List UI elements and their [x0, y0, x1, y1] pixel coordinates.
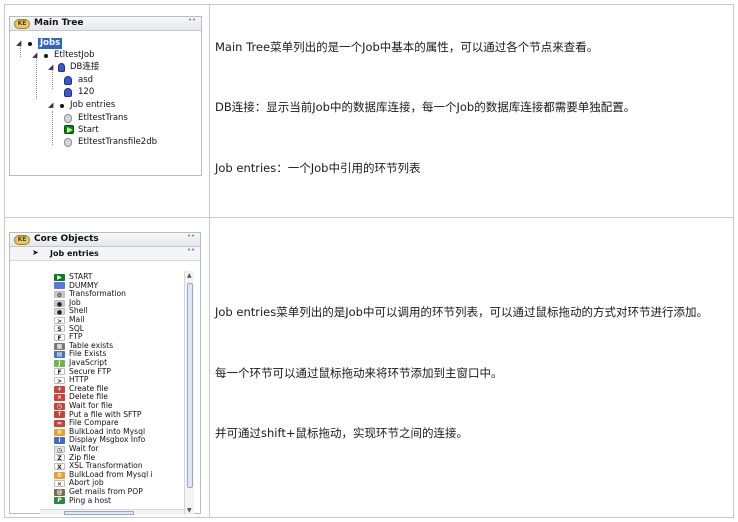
tree-node-label: 120: [78, 87, 95, 97]
tree-node-label: Jobs: [38, 38, 63, 49]
folder-bullet-icon: [60, 104, 64, 108]
description-text: 每一个环节可以通过鼠标拖动来将环节添加到主窗口中。: [215, 366, 503, 380]
collapse-toggle-icon[interactable]: ◢: [48, 62, 53, 72]
kettle-logo-icon: KE: [14, 235, 30, 245]
job-entry-icon: [54, 282, 65, 290]
database-icon: [64, 76, 72, 85]
scrollbar-thumb[interactable]: [187, 283, 193, 488]
job-entry-icon: ⚙: [54, 471, 65, 479]
tree-node-job-entries[interactable]: ◢ Job entries: [48, 100, 188, 111]
tree-guide-line: [52, 111, 53, 145]
job-entry-icon: ⚙: [54, 428, 65, 436]
tree-guide-line: [36, 55, 37, 99]
tree-node-connection-120[interactable]: 120: [64, 87, 164, 98]
job-entry-icon: ✕: [54, 480, 65, 488]
main-tree-cell: KE Main Tree ˄˄ ◢ Jobs ◢ EtltestJob ◢ DB…: [5, 5, 210, 217]
tree-node-entry-trans[interactable]: EtltestTrans: [64, 113, 194, 124]
description-text: DB连接：显示当前Job中的数据库连接，每一个Job的数据库连接都需要单独配置。: [215, 100, 636, 114]
tree-node-label: EtltestJob: [54, 50, 95, 60]
kettle-logo-icon: KE: [14, 19, 30, 29]
collapse-toggle-icon[interactable]: ◢: [16, 38, 21, 48]
table-row: KE Core Objects ˄˄ ➤ Job entries ˄˄ ▶ STA…: [5, 218, 733, 517]
job-entry-icon: ●: [54, 308, 65, 316]
tree-node-label: Job entries: [70, 100, 116, 110]
job-entry-icon: ▤: [54, 351, 65, 359]
tree-node-label: EtltestTransfile2db: [78, 137, 157, 147]
vertical-scrollbar[interactable]: ▲ ▼: [184, 271, 194, 515]
job-entry-icon: F: [54, 333, 65, 342]
job-entry-icon: i: [54, 437, 65, 445]
tree-node-label: DB连接: [70, 62, 100, 72]
job-bullet-icon: [44, 54, 48, 58]
job-entries-list: ▶ START DUMMY ⚙ Transformation ● Job ● Shell > Mai…: [10, 273, 184, 509]
description-text: Job entries：一个Job中引用的环节列表: [215, 161, 421, 175]
core-objects-panel: KE Core Objects ˄˄ ➤ Job entries ˄˄ ▶ STA…: [9, 232, 201, 515]
job-entry-icon: ↑: [54, 411, 65, 419]
tree-node-entry-trans2[interactable]: EtltestTransfile2db: [64, 137, 198, 148]
collapse-icon[interactable]: ˄˄: [188, 18, 196, 27]
job-entry-icon: =: [54, 419, 65, 427]
scroll-up-icon[interactable]: ▲: [187, 272, 192, 279]
job-entry-icon: P: [54, 497, 65, 505]
tree-node-label: Start: [78, 125, 99, 135]
job-entry-icon: J: [54, 359, 65, 367]
tree-node-db-connections[interactable]: ◢ DB连接: [48, 62, 188, 73]
scrollbar-thumb[interactable]: [64, 511, 134, 515]
transformation-icon: [64, 138, 72, 147]
start-icon: [64, 125, 74, 134]
tree-node-job[interactable]: ◢ EtltestJob: [32, 50, 172, 61]
category-label: Job entries: [50, 249, 99, 258]
tree-node-label: EtltestTrans: [78, 113, 128, 123]
main-tree-panel: KE Main Tree ˄˄ ◢ Jobs ◢ EtltestJob ◢ DB…: [9, 16, 202, 176]
job-entry-icon: F: [54, 368, 65, 376]
description-cell: Job entries菜单列出的是Job中可以调用的环节列表，可以通过鼠标拖动的…: [211, 218, 733, 517]
chevron-right-icon: ➤: [32, 248, 39, 257]
job-entry-icon: ▶: [54, 273, 65, 281]
job-entry-icon: S: [54, 325, 65, 333]
panel-header: KE Main Tree ˄˄: [10, 17, 201, 31]
scroll-down-icon[interactable]: ▼: [187, 507, 192, 514]
job-entry-icon: ×: [54, 394, 65, 402]
description-text: Job entries菜单列出的是Job中可以调用的环节列表，可以通过鼠标拖动的…: [215, 305, 708, 319]
description-text: Main Tree菜单列出的是一个Job中基本的属性，可以通过各个节点来查看。: [215, 40, 599, 54]
tree-node-connection-asd[interactable]: asd: [64, 75, 164, 86]
job-entry-icon: Z: [54, 454, 65, 462]
collapse-toggle-icon[interactable]: ◢: [48, 100, 53, 110]
job-entry-icon: ▦: [54, 342, 65, 350]
document-table: KE Main Tree ˄˄ ◢ Jobs ◢ EtltestJob ◢ DB…: [4, 4, 734, 518]
panel-title: Core Objects: [34, 234, 99, 244]
description-text: 并可通过shift+鼠标拖动，实现环节之间的连接。: [215, 426, 468, 440]
collapse-icon[interactable]: ˄˄: [187, 248, 195, 257]
job-entry-icon: ⚙: [54, 290, 65, 299]
database-icon: [64, 88, 72, 97]
category-header[interactable]: ➤ Job entries ˄˄: [10, 247, 200, 261]
job-entry-label: Ping a host: [69, 495, 112, 505]
tree-node-label: asd: [78, 75, 94, 85]
job-entry-icon: >: [54, 376, 65, 385]
job-entry-icon: +: [54, 385, 65, 393]
description-cell: Main Tree菜单列出的是一个Job中基本的属性，可以通过各个节点来查看。 …: [211, 5, 733, 217]
job-entry-icon: ◷: [54, 445, 65, 454]
folder-bullet-icon: [28, 42, 32, 46]
core-objects-cell: KE Core Objects ˄˄ ➤ Job entries ˄˄ ▶ STA…: [5, 218, 210, 517]
table-row: KE Main Tree ˄˄ ◢ Jobs ◢ EtltestJob ◢ DB…: [5, 5, 733, 218]
collapse-icon[interactable]: ˄˄: [187, 234, 195, 243]
tree-node-jobs[interactable]: ◢ Jobs: [16, 38, 116, 49]
job-entry-icon: ●: [54, 299, 65, 308]
collapse-toggle-icon[interactable]: ◢: [32, 50, 37, 60]
panel-header: KE Core Objects ˄˄: [10, 233, 200, 247]
database-icon: [58, 63, 65, 72]
job-entry-icon: @: [54, 488, 65, 496]
job-entry-icon: X: [54, 462, 65, 471]
horizontal-scrollbar[interactable]: [40, 509, 184, 515]
transformation-icon: [64, 114, 72, 123]
job-entry-icon: ◷: [54, 402, 65, 410]
tree-node-entry-start[interactable]: Start: [64, 125, 194, 136]
job-entry-icon: >: [54, 316, 65, 325]
panel-title: Main Tree: [34, 18, 84, 28]
